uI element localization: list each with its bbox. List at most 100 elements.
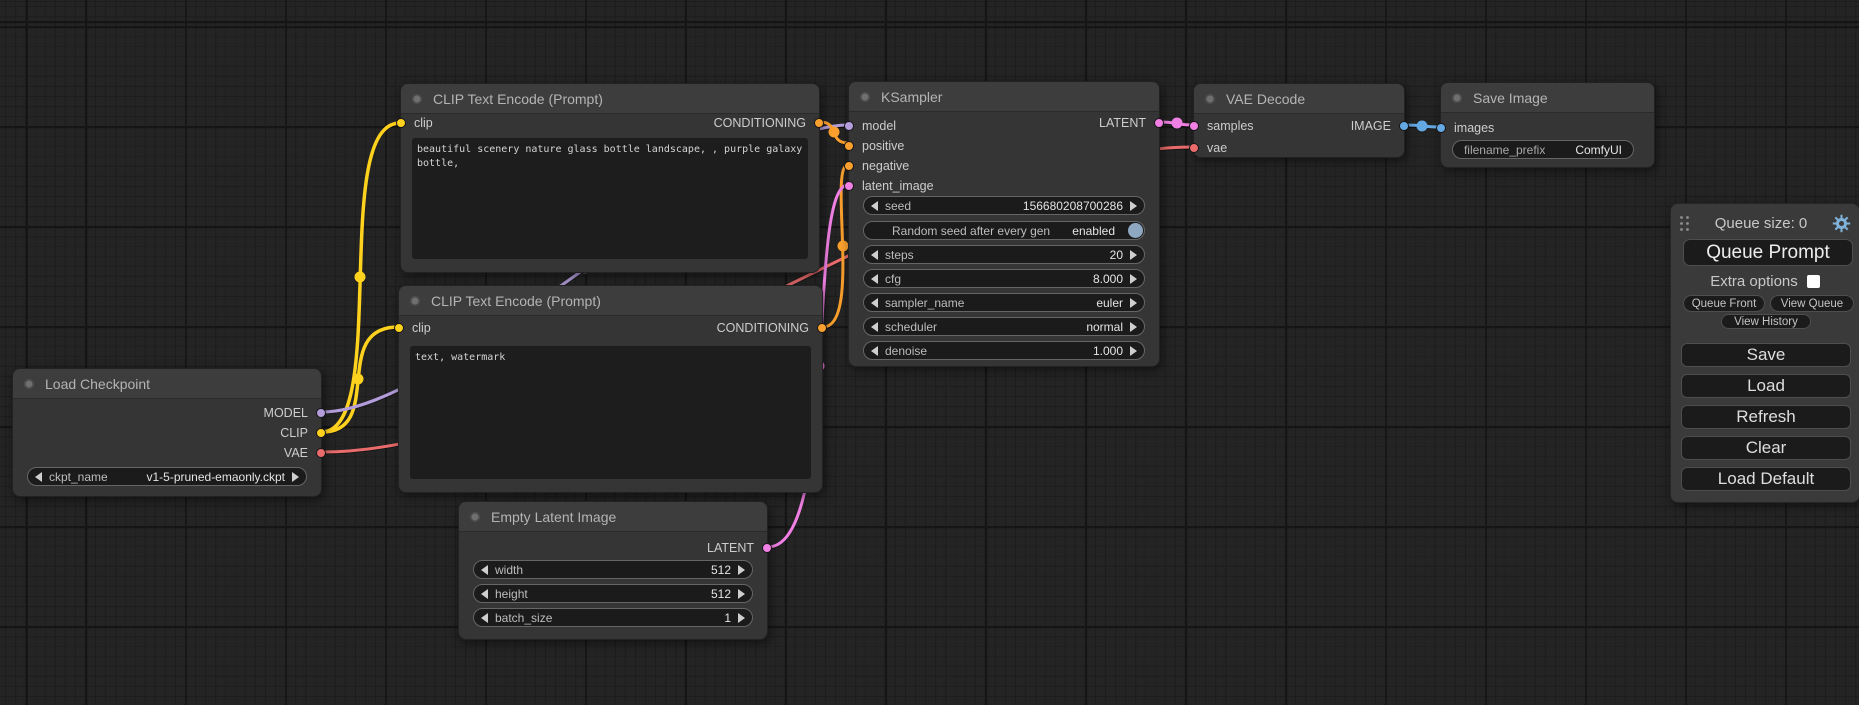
node-title-bar[interactable]: KSampler xyxy=(849,82,1159,112)
node-title-bar[interactable]: CLIP Text Encode (Prompt) xyxy=(401,84,819,114)
widget-denoise[interactable]: denoise 1.000 xyxy=(863,341,1145,360)
widget-sampler-name[interactable]: sampler_name euler xyxy=(863,293,1145,312)
port-dot-vae[interactable] xyxy=(316,448,326,458)
widget-filename-prefix[interactable]: filename_prefix ComfyUI xyxy=(1452,140,1634,159)
widget-batch-size[interactable]: batch_size 1 xyxy=(473,608,753,627)
view-queue-button[interactable]: View Queue xyxy=(1770,295,1854,312)
prompt-textarea[interactable]: beautiful scenery nature glass bottle la… xyxy=(412,138,808,259)
decrement-arrow-icon[interactable] xyxy=(871,298,878,308)
node-save-image[interactable]: Save Image images filename_prefix ComfyU… xyxy=(1440,82,1655,168)
node-clip-text-encode-2[interactable]: CLIP Text Encode (Prompt) clip CONDITION… xyxy=(398,285,823,493)
increment-arrow-icon[interactable] xyxy=(1130,274,1137,284)
collapse-dot-icon[interactable] xyxy=(1452,93,1462,103)
increment-arrow-icon[interactable] xyxy=(1130,298,1137,308)
increment-arrow-icon[interactable] xyxy=(738,613,745,623)
collapse-dot-icon[interactable] xyxy=(1205,94,1215,104)
decrement-arrow-icon[interactable] xyxy=(871,274,878,284)
port-dot-latent[interactable] xyxy=(844,181,854,191)
node-title-bar[interactable]: Empty Latent Image xyxy=(459,502,767,532)
load-default-button[interactable]: Load Default xyxy=(1681,467,1851,491)
widget-steps[interactable]: steps 20 xyxy=(863,245,1145,264)
node-ksampler[interactable]: KSampler model positive negative latent_… xyxy=(848,81,1160,367)
input-port-clip[interactable]: clip xyxy=(399,320,431,336)
input-port-clip[interactable]: clip xyxy=(401,115,433,131)
increment-arrow-icon[interactable] xyxy=(738,589,745,599)
output-port-latent[interactable]: LATENT xyxy=(707,540,767,556)
port-dot-image[interactable] xyxy=(1399,121,1409,131)
collapse-dot-icon[interactable] xyxy=(410,296,420,306)
widget-width[interactable]: width 512 xyxy=(473,560,753,579)
input-port-vae[interactable]: vae xyxy=(1194,140,1227,156)
decrement-arrow-icon[interactable] xyxy=(871,201,878,211)
node-title-bar[interactable]: CLIP Text Encode (Prompt) xyxy=(399,286,822,316)
decrement-arrow-icon[interactable] xyxy=(481,613,488,623)
port-dot-conditioning[interactable] xyxy=(844,141,854,151)
node-title-bar[interactable]: Save Image xyxy=(1441,83,1654,113)
decrement-arrow-icon[interactable] xyxy=(481,565,488,575)
port-dot-clip[interactable] xyxy=(396,118,406,128)
node-title-bar[interactable]: Load Checkpoint xyxy=(13,369,321,399)
port-dot-model[interactable] xyxy=(844,121,854,131)
port-dot-vae[interactable] xyxy=(1189,143,1199,153)
decrement-arrow-icon[interactable] xyxy=(481,589,488,599)
port-dot-image[interactable] xyxy=(1436,123,1446,133)
widget-seed[interactable]: seed 156680208700286 xyxy=(863,196,1145,215)
increment-arrow-icon[interactable] xyxy=(738,565,745,575)
prompt-textarea[interactable]: text, watermark xyxy=(410,346,811,479)
queue-front-button[interactable]: Queue Front xyxy=(1683,295,1765,312)
widget-cfg[interactable]: cfg 8.000 xyxy=(863,269,1145,288)
collapse-dot-icon[interactable] xyxy=(860,92,870,102)
toggle-enabled-indicator[interactable] xyxy=(1128,223,1143,238)
output-port-vae[interactable]: VAE xyxy=(284,445,321,461)
increment-arrow-icon[interactable] xyxy=(1130,346,1137,356)
node-empty-latent-image[interactable]: Empty Latent Image LATENT width 512 heig… xyxy=(458,501,768,640)
output-port-latent[interactable]: LATENT xyxy=(1099,115,1159,131)
comfyui-graph-canvas[interactable]: Load Checkpoint MODEL CLIP VAE ckpt_name… xyxy=(0,0,1859,705)
widget-random-seed-toggle[interactable]: Random seed after every gen enabled xyxy=(863,221,1145,240)
refresh-button[interactable]: Refresh xyxy=(1681,405,1851,429)
port-dot-clip[interactable] xyxy=(394,323,404,333)
widget-ckpt-name[interactable]: ckpt_name v1-5-pruned-emaonly.ckpt xyxy=(27,467,307,486)
decrement-arrow-icon[interactable] xyxy=(871,322,878,332)
output-port-image[interactable]: IMAGE xyxy=(1351,118,1404,134)
gear-icon[interactable] xyxy=(1832,214,1851,233)
widget-height[interactable]: height 512 xyxy=(473,584,753,603)
queue-prompt-button[interactable]: Queue Prompt xyxy=(1683,239,1853,266)
input-port-latent-image[interactable]: latent_image xyxy=(849,178,934,194)
collapse-dot-icon[interactable] xyxy=(412,94,422,104)
output-port-model[interactable]: MODEL xyxy=(264,405,321,421)
increment-arrow-icon[interactable] xyxy=(1130,250,1137,260)
increment-arrow-icon[interactable] xyxy=(1130,201,1137,211)
clear-button[interactable]: Clear xyxy=(1681,436,1851,460)
input-port-images[interactable]: images xyxy=(1441,120,1494,136)
decrement-arrow-icon[interactable] xyxy=(35,472,42,482)
port-dot-latent[interactable] xyxy=(762,543,772,553)
widget-scheduler[interactable]: scheduler normal xyxy=(863,317,1145,336)
save-button[interactable]: Save xyxy=(1681,343,1851,367)
node-load-checkpoint[interactable]: Load Checkpoint MODEL CLIP VAE ckpt_name… xyxy=(12,368,322,497)
node-title-bar[interactable]: VAE Decode xyxy=(1194,84,1404,114)
decrement-arrow-icon[interactable] xyxy=(871,346,878,356)
collapse-dot-icon[interactable] xyxy=(24,379,34,389)
node-clip-text-encode-1[interactable]: CLIP Text Encode (Prompt) clip CONDITION… xyxy=(400,83,820,273)
input-port-positive[interactable]: positive xyxy=(849,138,904,154)
port-dot-conditioning[interactable] xyxy=(817,323,827,333)
extra-options-checkbox[interactable] xyxy=(1807,275,1820,288)
port-dot-model[interactable] xyxy=(316,408,326,418)
input-port-samples[interactable]: samples xyxy=(1194,118,1254,134)
increment-arrow-icon[interactable] xyxy=(1130,322,1137,332)
input-port-model[interactable]: model xyxy=(849,118,896,134)
collapse-dot-icon[interactable] xyxy=(470,512,480,522)
port-dot-latent[interactable] xyxy=(1154,118,1164,128)
view-history-button[interactable]: View History xyxy=(1721,314,1811,329)
port-dot-conditioning[interactable] xyxy=(844,161,854,171)
port-dot-latent[interactable] xyxy=(1189,121,1199,131)
drag-handle-icon[interactable] xyxy=(1679,215,1690,232)
output-port-conditioning[interactable]: CONDITIONING xyxy=(717,320,822,336)
port-dot-conditioning[interactable] xyxy=(814,118,824,128)
load-button[interactable]: Load xyxy=(1681,374,1851,398)
decrement-arrow-icon[interactable] xyxy=(871,250,878,260)
output-port-conditioning[interactable]: CONDITIONING xyxy=(714,115,819,131)
input-port-negative[interactable]: negative xyxy=(849,158,909,174)
output-port-clip[interactable]: CLIP xyxy=(280,425,321,441)
